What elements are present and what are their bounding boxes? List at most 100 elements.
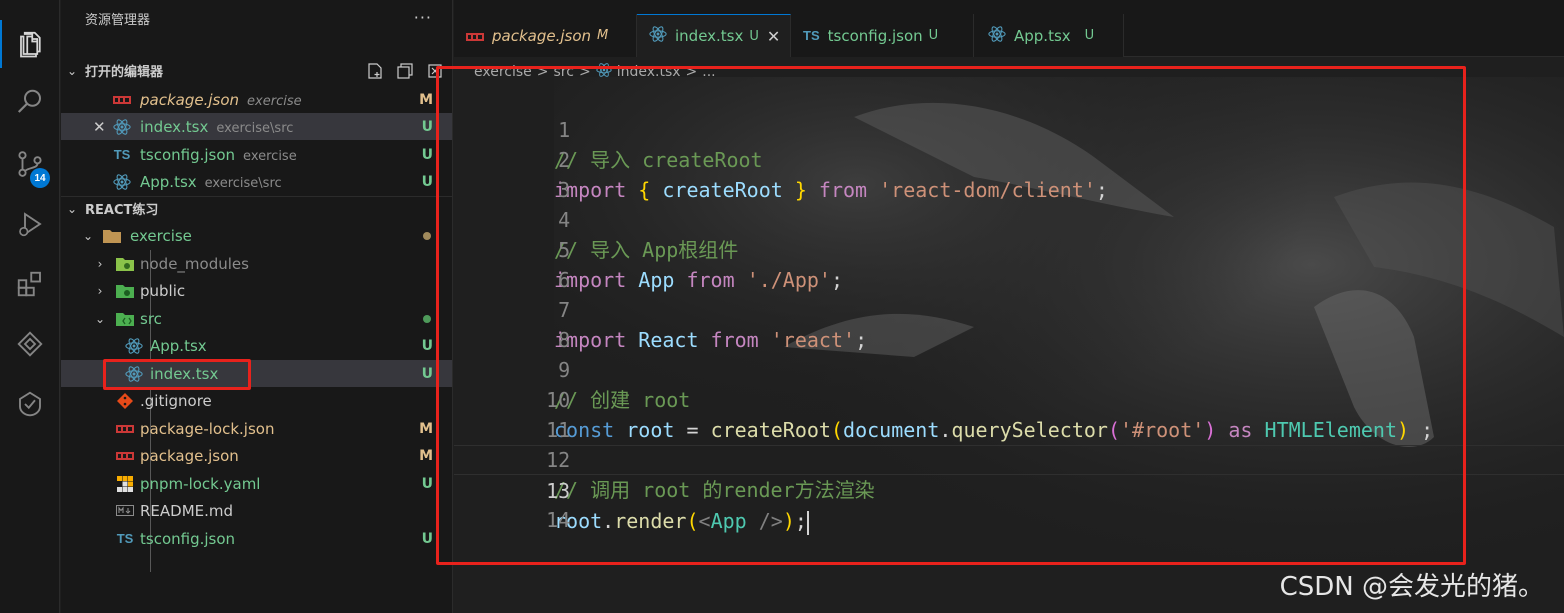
- file-name: index.tsx: [140, 117, 209, 136]
- git-icon: [116, 392, 134, 410]
- tree-item-file[interactable]: package-lock.json M: [61, 415, 452, 442]
- file-path: exercise: [243, 148, 297, 164]
- untracked-status: U: [421, 365, 433, 382]
- open-editor-item-active[interactable]: ✕ index.tsx exercise\src U: [61, 113, 452, 140]
- tree-item-label: src: [140, 309, 162, 328]
- tree-item-label: package.json: [140, 446, 239, 465]
- tree-item-label: exercise: [130, 226, 192, 245]
- workspace-header[interactable]: ⌄ REACT练习: [61, 195, 452, 222]
- ts-icon: TS: [113, 147, 131, 162]
- tab-status: U: [1084, 28, 1095, 43]
- remote-icon[interactable]: [0, 320, 60, 368]
- modified-status: M: [419, 91, 433, 108]
- source-control-badge: 14: [30, 168, 50, 188]
- npm-icon: [116, 447, 134, 465]
- untracked-status: U: [421, 337, 433, 354]
- tree-item-label: package-lock.json: [140, 419, 275, 438]
- explorer-title: 资源管理器: [61, 0, 452, 36]
- chevron-down-icon: ⌄: [66, 201, 78, 216]
- react-icon: [125, 337, 143, 355]
- explorer-icon[interactable]: [0, 20, 60, 68]
- open-editor-item[interactable]: package.json exercise M: [61, 86, 452, 113]
- activity-bar: 14: [0, 0, 60, 613]
- highlight-box: [436, 66, 1466, 565]
- tab-package-json[interactable]: package.json M: [454, 14, 637, 57]
- tree-item-file[interactable]: pnpm-lock.yaml U: [61, 470, 452, 497]
- search-icon[interactable]: [0, 78, 60, 126]
- open-editor-label: App.tsx exercise\src: [140, 173, 282, 191]
- npm-icon: [116, 420, 134, 438]
- src-folder-icon: [116, 310, 134, 328]
- tree-item-file[interactable]: .gitignore: [61, 387, 452, 414]
- close-tab-icon[interactable]: ✕: [767, 27, 780, 46]
- untracked-dot: [423, 314, 431, 323]
- react-icon: [649, 25, 667, 47]
- tree-item-file[interactable]: package.json M: [61, 442, 452, 469]
- tree-item-folder[interactable]: ⌄ exercise: [61, 222, 452, 249]
- run-debug-icon[interactable]: [0, 200, 60, 248]
- close-icon[interactable]: ✕: [93, 118, 106, 136]
- tree-item-label: node_modules: [140, 254, 249, 273]
- tab-status: U: [928, 28, 939, 43]
- tree-item-label: App.tsx: [150, 336, 207, 355]
- tree-item-folder[interactable]: › node_modules: [61, 250, 452, 277]
- source-control-icon[interactable]: 14: [0, 140, 60, 188]
- open-editor-item[interactable]: TS tsconfig.json exercise U: [61, 141, 452, 168]
- node-folder-icon: [116, 255, 134, 273]
- tree-item-label: README.md: [140, 501, 234, 520]
- more-actions-icon[interactable]: ···: [414, 8, 432, 27]
- folder-icon: [103, 227, 121, 245]
- explorer-title-text: 资源管理器: [85, 12, 151, 28]
- file-name: package.json: [140, 90, 240, 109]
- new-untitled-file-icon[interactable]: [365, 61, 385, 81]
- chevron-right-icon: ›: [97, 283, 103, 298]
- file-name: tsconfig.json: [140, 145, 236, 164]
- extensions-icon[interactable]: [0, 260, 60, 308]
- untracked-status: U: [421, 475, 433, 492]
- public-folder-icon: [116, 282, 134, 300]
- tab-label: tsconfig.json: [827, 26, 923, 45]
- file-path: exercise\src: [216, 120, 294, 136]
- file-name: App.tsx: [140, 172, 197, 191]
- workspace-title: REACT练习: [85, 203, 159, 218]
- tab-tsconfig-json[interactable]: TS tsconfig.json U: [791, 14, 974, 57]
- markdown-icon: [116, 502, 134, 520]
- react-icon: [113, 173, 131, 191]
- testing-icon[interactable]: [0, 380, 60, 428]
- open-editors-header[interactable]: ⌄ 打开的编辑器: [61, 57, 452, 84]
- untracked-status: U: [421, 146, 433, 163]
- tree-item-folder[interactable]: ⌄ src: [61, 305, 452, 332]
- tree-item-file[interactable]: TS tsconfig.json U: [61, 525, 452, 552]
- open-editor-item[interactable]: App.tsx exercise\src U: [61, 168, 452, 195]
- file-path: exercise: [247, 93, 302, 109]
- tree-item-label: pnpm-lock.yaml: [140, 474, 261, 493]
- save-all-icon[interactable]: [395, 61, 415, 81]
- explorer-sidebar: 资源管理器 ··· ⌄ 打开的编辑器 package.json exercise …: [61, 0, 453, 613]
- untracked-status: U: [421, 530, 433, 547]
- tree-item-folder[interactable]: › public: [61, 277, 452, 304]
- open-editors-actions: [365, 61, 445, 81]
- tab-status: U: [749, 28, 759, 44]
- tab-index-tsx[interactable]: index.tsx U ✕: [637, 14, 791, 57]
- tab-status: M: [597, 28, 609, 43]
- modified-dot: [423, 231, 431, 240]
- npm-icon: [466, 27, 484, 45]
- pnpm-icon: [116, 475, 134, 493]
- open-editor-label: package.json exercise: [140, 91, 302, 109]
- highlight-box: [103, 359, 251, 390]
- ts-icon: TS: [803, 28, 820, 43]
- tab-label: App.tsx: [1014, 26, 1071, 45]
- chevron-right-icon: ›: [97, 256, 103, 271]
- tree-item-file[interactable]: App.tsx U: [61, 332, 452, 359]
- tree-item-file[interactable]: README.md: [61, 497, 452, 524]
- tab-app-tsx[interactable]: App.tsx U: [974, 14, 1124, 57]
- modified-status: M: [419, 447, 433, 464]
- open-editors-title: 打开的编辑器: [85, 65, 164, 80]
- open-editor-label: index.tsx exercise\src: [140, 118, 293, 136]
- tab-label: index.tsx: [675, 27, 744, 45]
- editor-tabs: package.json M index.tsx U ✕ TS tsconfig…: [454, 0, 1564, 57]
- watermark: CSDN @会发光的猪。: [1279, 572, 1544, 602]
- chevron-down-icon: ⌄: [94, 311, 106, 326]
- open-editor-label: tsconfig.json exercise: [140, 146, 297, 164]
- file-path: exercise\src: [204, 175, 282, 191]
